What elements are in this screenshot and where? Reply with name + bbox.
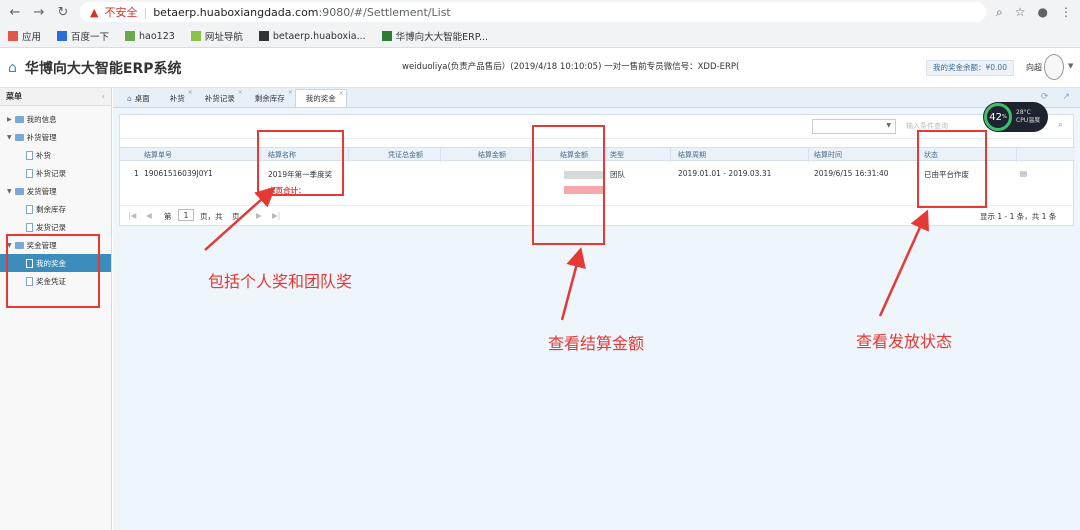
note-bonus-types: 包括个人奖和团队奖 — [208, 272, 353, 291]
note-amount: 查看结算金额 — [548, 334, 645, 353]
arrow-to-status — [878, 209, 929, 317]
arrow-to-amount — [560, 247, 586, 321]
arrow-to-name — [204, 186, 276, 251]
annotation-arrows — [204, 186, 929, 321]
note-status: 查看发放状态 — [856, 332, 953, 351]
